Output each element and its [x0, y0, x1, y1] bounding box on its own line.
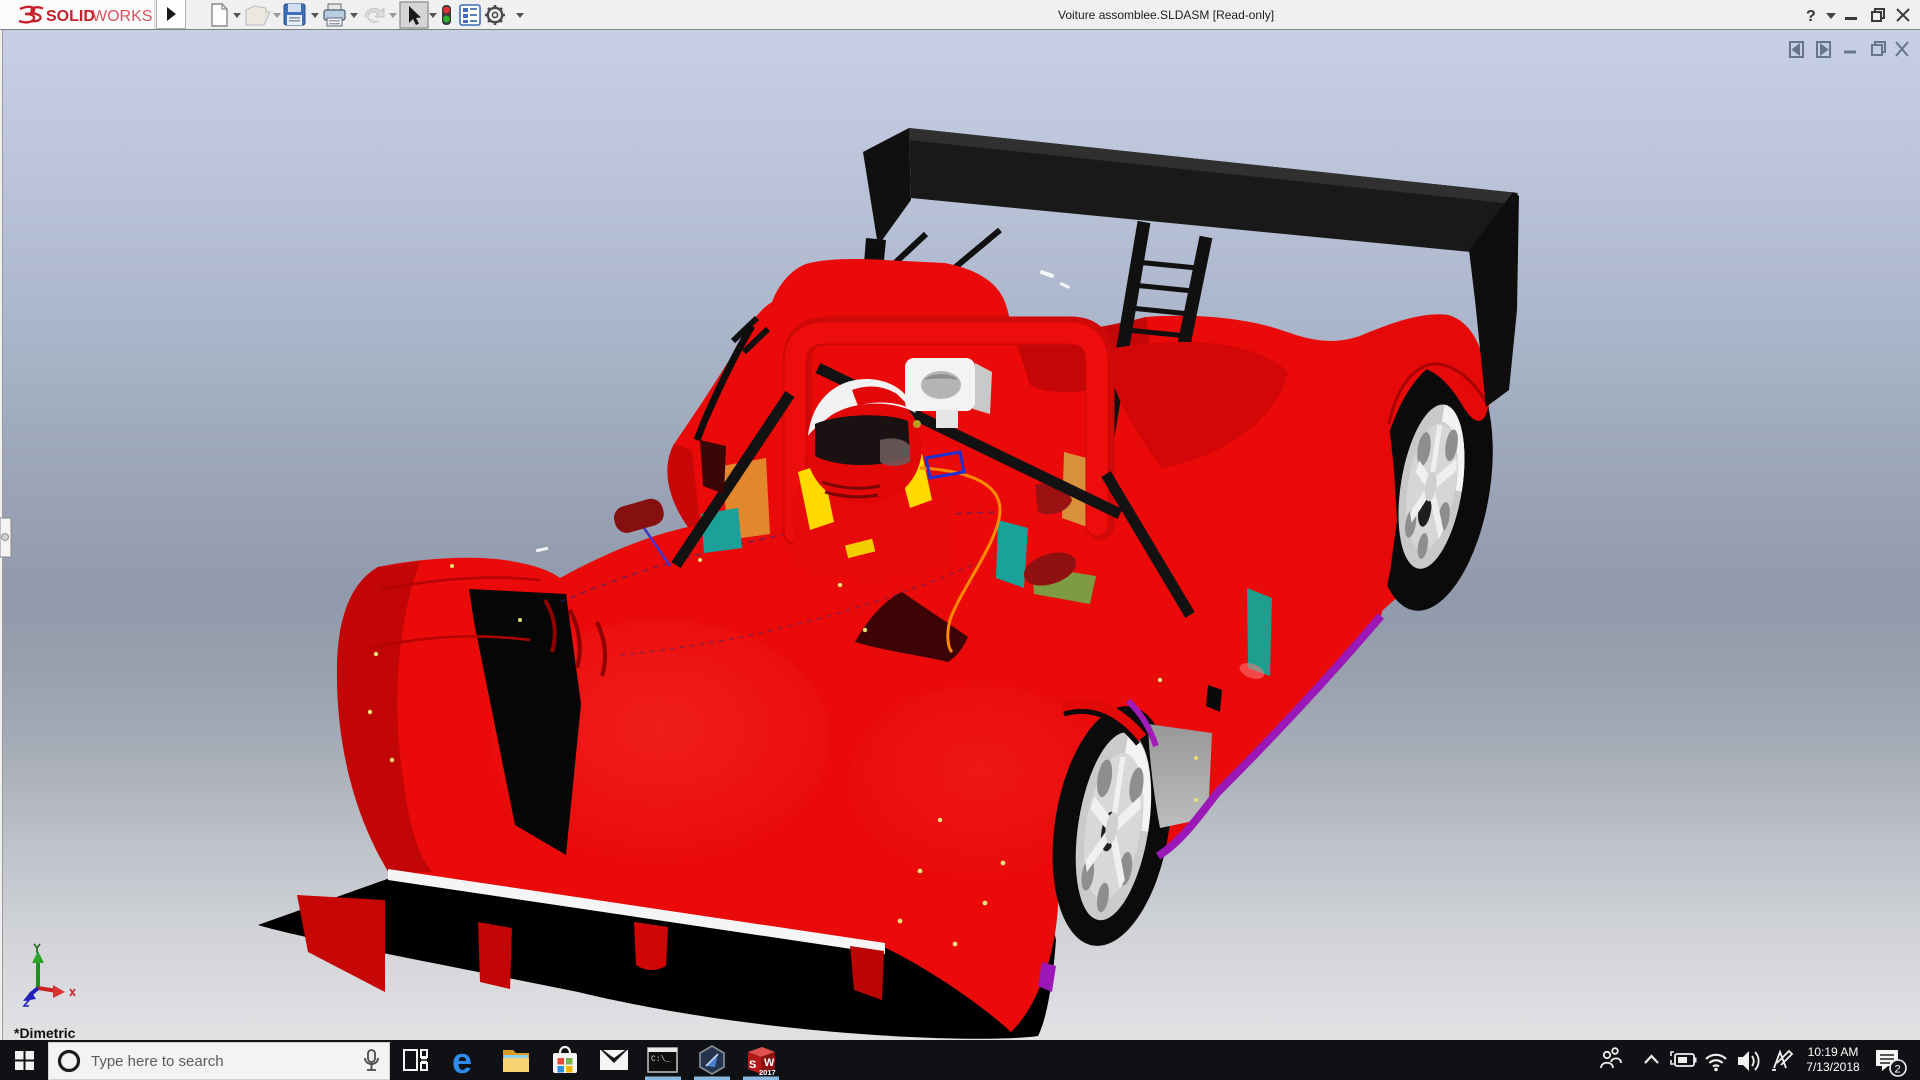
svg-text:WORKS: WORKS	[92, 8, 152, 25]
svg-text:2017: 2017	[759, 1068, 776, 1077]
svg-text:2: 2	[1895, 1064, 1901, 1076]
svg-text:*Dimetric: *Dimetric	[14, 1025, 76, 1040]
svg-text:C:\_: C:\_	[651, 1055, 670, 1064]
svg-text:?: ?	[1806, 8, 1816, 25]
svg-text:S: S	[749, 1059, 756, 1071]
svg-text:SOLID: SOLID	[46, 8, 95, 25]
svg-text:e: e	[452, 1040, 472, 1080]
